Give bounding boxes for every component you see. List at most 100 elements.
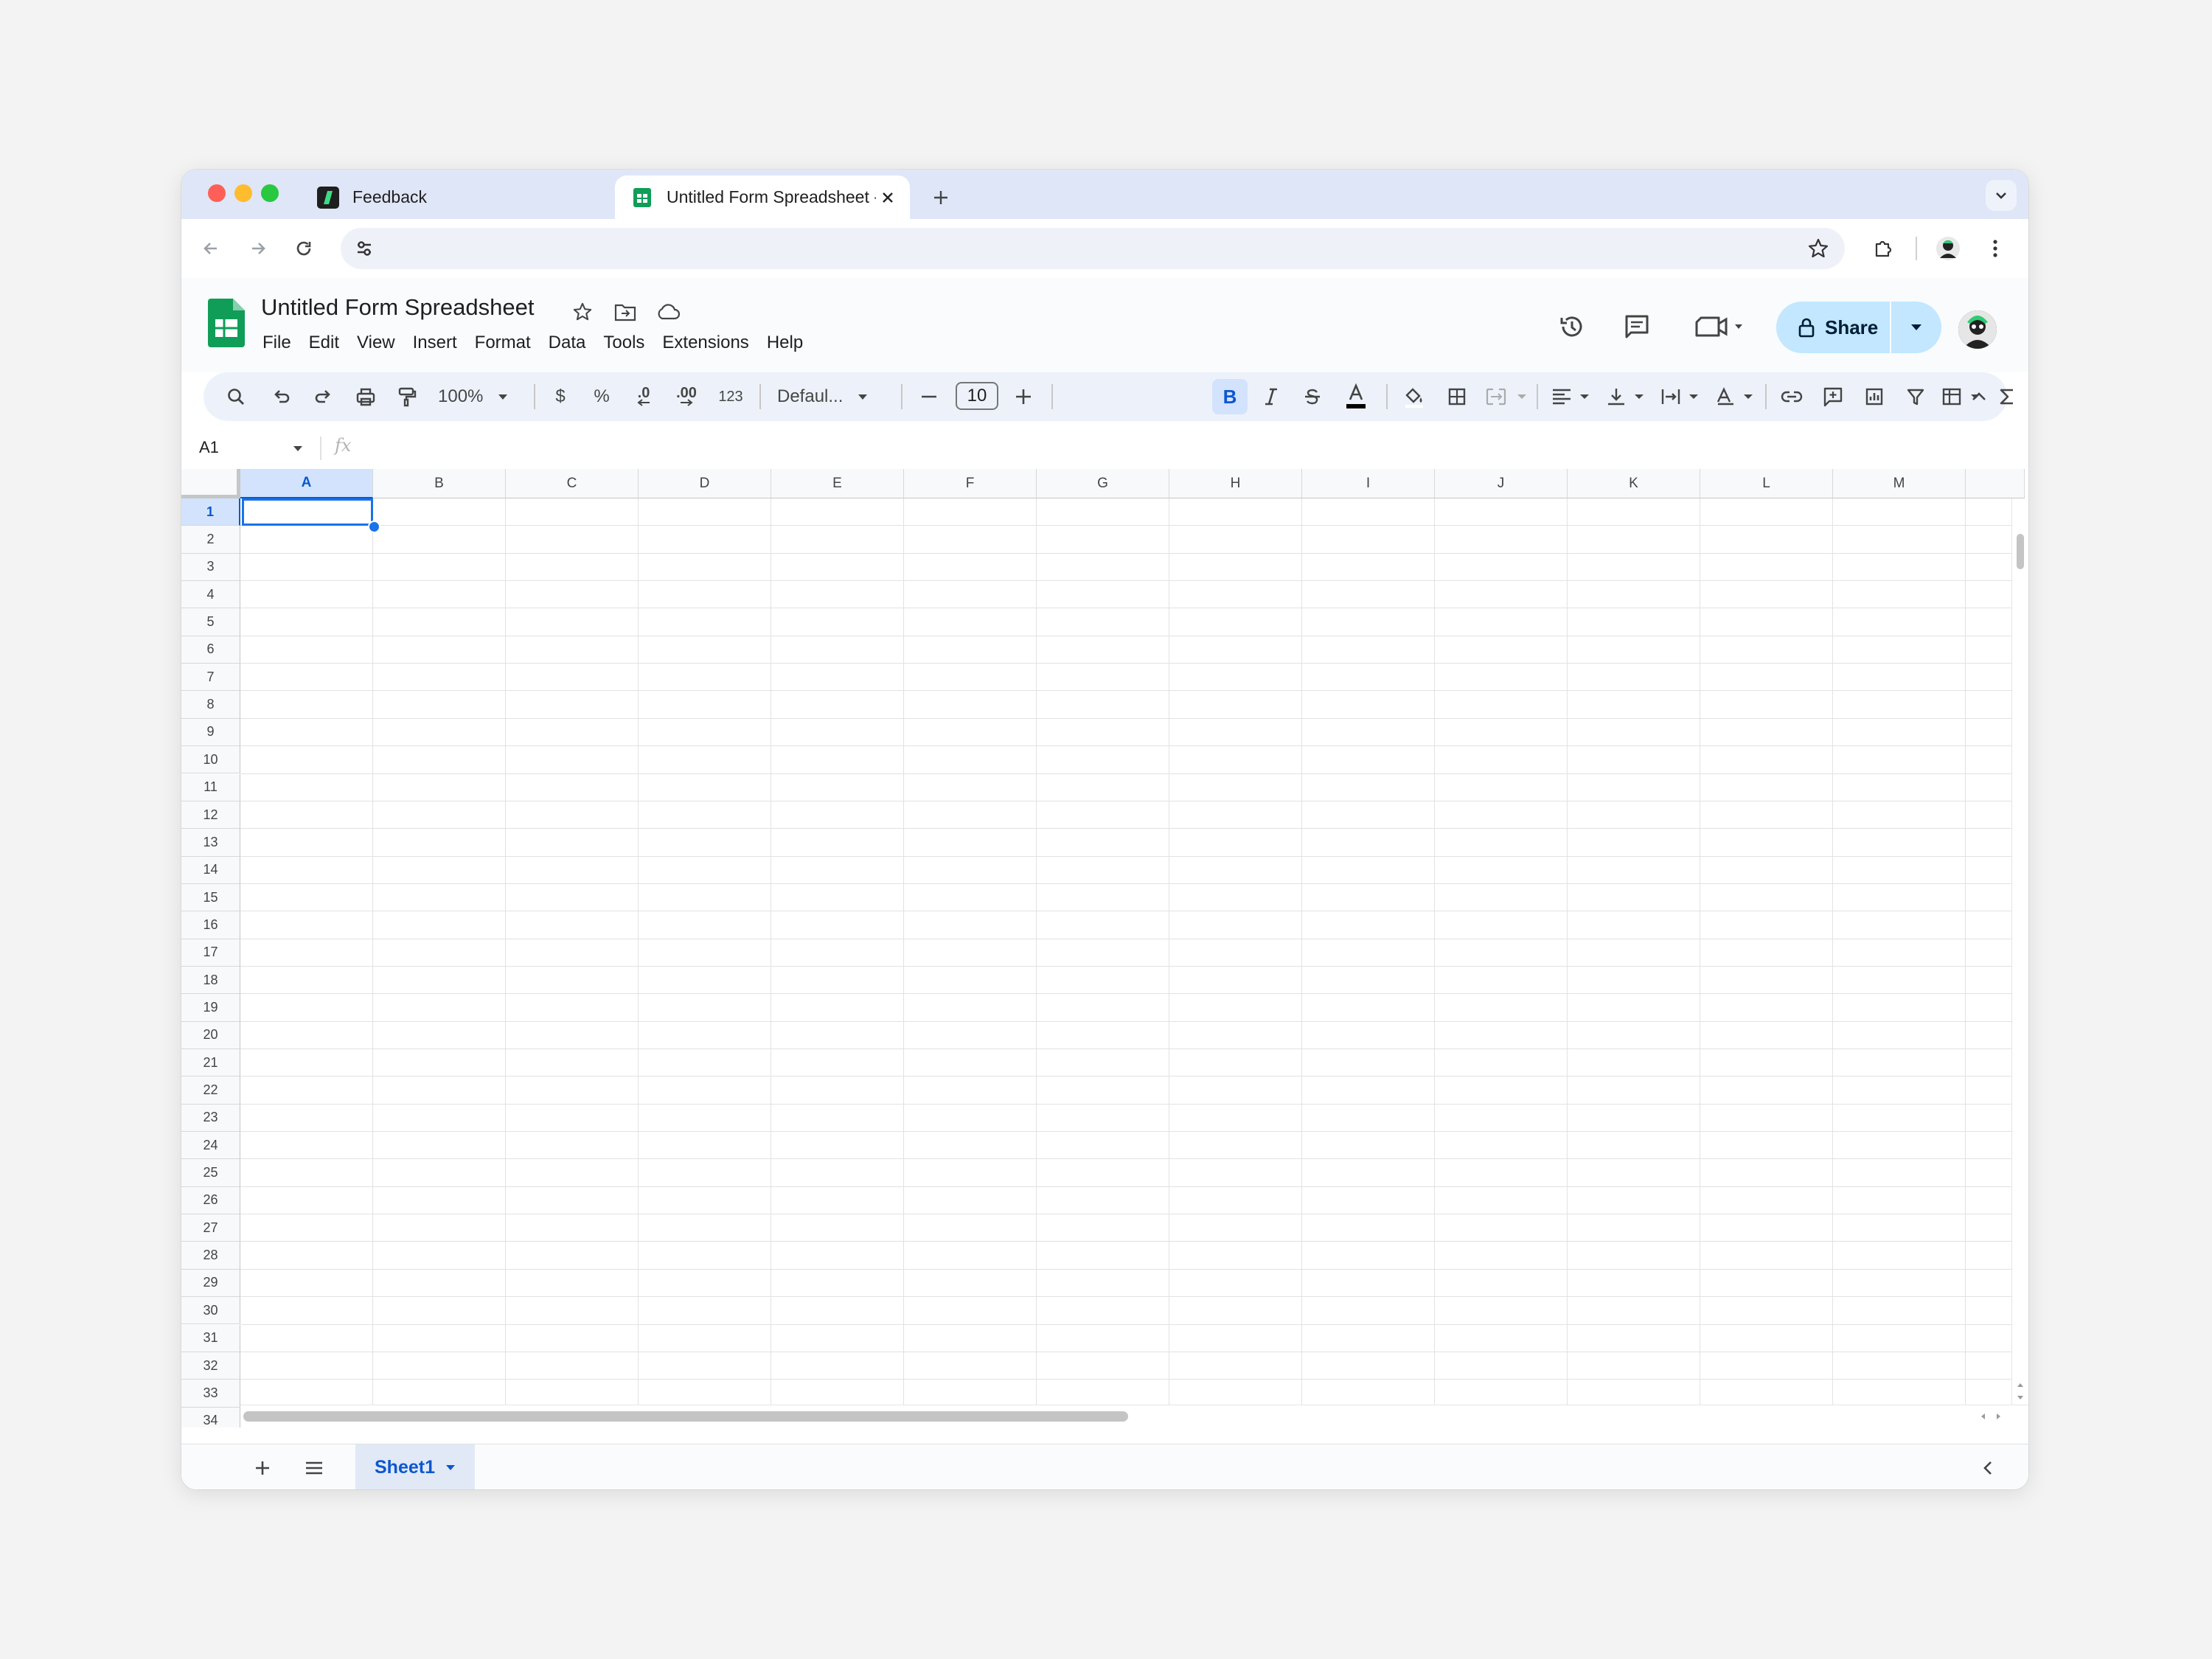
close-tab-icon[interactable] [876, 186, 900, 209]
vertical-scrollbar[interactable] [2011, 498, 2028, 1427]
comments-icon[interactable] [1619, 309, 1655, 344]
row-header-29[interactable]: 29 [181, 1269, 240, 1298]
row-header-6[interactable]: 6 [181, 636, 240, 664]
column-header-b[interactable]: B [373, 469, 506, 498]
scroll-up-icon[interactable] [2017, 1382, 2024, 1388]
bookmark-star-icon[interactable] [1805, 235, 1832, 262]
row-header-30[interactable]: 30 [181, 1297, 240, 1325]
text-color-icon[interactable] [1339, 382, 1373, 411]
menu-extensions[interactable]: Extensions [653, 330, 757, 356]
tab-search-chevron-icon[interactable] [1986, 180, 2017, 211]
row-header-13[interactable]: 13 [181, 829, 240, 857]
row-header-19[interactable]: 19 [181, 994, 240, 1022]
column-header-m[interactable]: M [1833, 469, 1966, 498]
fill-handle[interactable] [368, 521, 380, 533]
cell-area[interactable] [240, 498, 2012, 1408]
row-header-5[interactable]: 5 [181, 608, 240, 636]
font-size-input[interactable]: 10 [956, 382, 998, 410]
row-header-33[interactable]: 33 [181, 1380, 240, 1408]
row-header-10[interactable]: 10 [181, 746, 240, 774]
share-button[interactable]: Share [1776, 302, 1941, 353]
bold-button[interactable]: B [1215, 382, 1245, 411]
meet-camera-icon[interactable] [1690, 309, 1749, 344]
row-header-24[interactable]: 24 [181, 1132, 240, 1160]
redo-icon[interactable] [308, 382, 338, 411]
spreadsheet-grid[interactable]: ABCDEFGHIJKLM 1 2 3 4 5 6 7 8 9 10 11 12 13 14 15 16 17 1… [181, 469, 2028, 1427]
functions-sigma-icon[interactable] [1992, 382, 2022, 411]
row-header-3[interactable]: 3 [181, 553, 240, 582]
browser-menu-kebab-icon[interactable] [1980, 234, 2010, 263]
row-header-1[interactable]: 1 [181, 498, 240, 526]
column-header-h[interactable]: H [1169, 469, 1302, 498]
row-header-23[interactable]: 23 [181, 1104, 240, 1133]
forward-arrow-icon[interactable] [243, 234, 273, 263]
user-avatar[interactable] [1958, 310, 1997, 349]
formula-input[interactable] [373, 438, 2014, 459]
strikethrough-icon[interactable] [1298, 382, 1327, 411]
row-header-11[interactable]: 11 [181, 773, 240, 801]
column-header-c[interactable]: C [506, 469, 639, 498]
close-window-button[interactable] [208, 184, 226, 202]
row-header-26[interactable]: 26 [181, 1186, 240, 1215]
row-header-16[interactable]: 16 [181, 911, 240, 939]
row-header-18[interactable]: 18 [181, 966, 240, 995]
horizontal-scrollbar-thumb[interactable] [243, 1411, 1128, 1422]
paint-format-icon[interactable] [392, 382, 422, 411]
horizontal-scrollbar[interactable] [240, 1405, 2028, 1427]
move-folder-icon[interactable] [611, 297, 640, 327]
scroll-right-icon[interactable] [1996, 1413, 2002, 1420]
column-header-d[interactable]: D [639, 469, 771, 498]
text-wrapping-icon[interactable] [1659, 382, 1703, 411]
print-icon[interactable] [351, 382, 380, 411]
filter-icon[interactable] [1901, 382, 1930, 411]
insert-comment-icon[interactable] [1818, 382, 1848, 411]
site-settings-icon[interactable] [351, 235, 378, 262]
explore-panel-chevron-icon[interactable] [1973, 1453, 2003, 1483]
scroll-left-icon[interactable] [1980, 1413, 1986, 1420]
menu-insert[interactable]: Insert [404, 330, 466, 356]
row-header-20[interactable]: 20 [181, 1021, 240, 1049]
fill-color-icon[interactable] [1398, 382, 1430, 411]
row-header-9[interactable]: 9 [181, 718, 240, 747]
row-header-14[interactable]: 14 [181, 856, 240, 884]
format-currency-button[interactable]: $ [546, 382, 575, 411]
more-formats-button[interactable]: 123 [712, 382, 749, 411]
row-header-12[interactable]: 12 [181, 801, 240, 830]
row-header-27[interactable]: 27 [181, 1214, 240, 1242]
active-cell[interactable] [242, 498, 373, 526]
cloud-saved-icon[interactable] [653, 297, 683, 327]
row-header-22[interactable]: 22 [181, 1077, 240, 1105]
row-header-25[interactable]: 25 [181, 1159, 240, 1187]
sheet-tab-sheet1[interactable]: Sheet1 [355, 1444, 475, 1489]
insert-chart-icon[interactable] [1860, 382, 1889, 411]
row-header-32[interactable]: 32 [181, 1352, 240, 1380]
collapse-toolbar-chevron-icon[interactable] [1964, 382, 1994, 411]
row-header-34[interactable]: 34 [181, 1407, 240, 1427]
column-header-i[interactable]: I [1302, 469, 1435, 498]
row-header-8[interactable]: 8 [181, 691, 240, 719]
borders-icon[interactable] [1442, 382, 1472, 411]
maximize-window-button[interactable] [261, 184, 279, 202]
text-rotation-icon[interactable] [1714, 382, 1758, 411]
new-tab-icon[interactable] [926, 183, 956, 212]
add-sheet-icon[interactable] [248, 1453, 277, 1483]
minimize-window-button[interactable] [234, 184, 252, 202]
star-document-icon[interactable] [568, 297, 597, 327]
column-header-j[interactable]: J [1435, 469, 1568, 498]
scroll-down-icon[interactable] [2017, 1395, 2024, 1401]
vertical-align-icon[interactable] [1604, 382, 1649, 411]
undo-icon[interactable] [267, 382, 296, 411]
menu-format[interactable]: Format [466, 330, 540, 356]
sheet-tab-dropdown-icon[interactable] [445, 1464, 456, 1471]
format-percent-button[interactable]: % [587, 382, 616, 411]
row-header-21[interactable]: 21 [181, 1049, 240, 1077]
select-all-corner[interactable] [181, 469, 240, 498]
share-dropdown-arrow-icon[interactable] [1891, 324, 1941, 331]
menu-file[interactable]: File [254, 330, 300, 356]
menu-data[interactable]: Data [540, 330, 595, 356]
extensions-puzzle-icon[interactable] [1868, 234, 1898, 263]
row-header-17[interactable]: 17 [181, 939, 240, 967]
name-box[interactable]: A1 [199, 438, 219, 457]
address-bar[interactable] [341, 228, 1845, 269]
row-header-2[interactable]: 2 [181, 526, 240, 554]
